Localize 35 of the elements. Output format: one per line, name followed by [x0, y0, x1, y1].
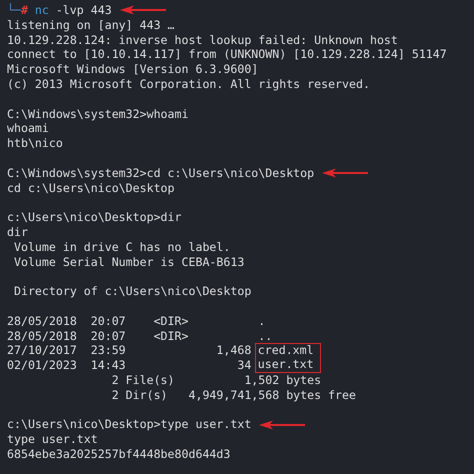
output-line: 2 File(s) 1,502 bytes [110, 372, 322, 388]
arrow-icon [259, 420, 306, 430]
file-entry-details: 28/05/2018 20:07 <DIR> [7, 314, 190, 329]
arrow-icon [120, 5, 166, 16]
arrow-icon [322, 168, 368, 178]
output-line: Microsoft Windows [Version 6.3.9600] [7, 62, 258, 77]
prompt-symbol: # [20, 3, 28, 18]
output-line: (c) 2013 Microsoft Corporation. All rights reserved. [7, 76, 370, 92]
command-line: C:\Windows\system32>whoami [7, 106, 188, 122]
file-entry-details: 28/05/2018 20:07 <DIR> [7, 328, 190, 344]
file-name: user.txt [255, 358, 322, 373]
output-line: Volume in drive C has no label. [12, 240, 230, 255]
file-entry-details: 27/10/2017 23:59 1,468 [7, 343, 252, 358]
command-line: c:\Users\nico\Desktop>dir [7, 210, 182, 225]
command-name: nc [34, 3, 49, 18]
output-line: dir [7, 224, 28, 240]
output-line: connect to [10.10.14.117] from (UNKNOWN) [10.129.228.124] 51147 [7, 47, 447, 62]
output-line: type user.txt [7, 432, 98, 447]
output-line: 10.129.228.124: inverse host lookup failed: Unknown host [7, 32, 398, 48]
file-entry-details: 02/01/2023 14:43 34 [7, 358, 252, 373]
file-name: . [258, 314, 266, 329]
output-line: htb\nico [7, 136, 63, 151]
output-line: cd c:\Users\nico\Desktop [7, 180, 175, 196]
command-line: c:\Users\nico\Desktop>type user.txt [7, 417, 252, 432]
output-line: Volume Serial Number is CEBA-B613 [12, 254, 244, 270]
output-line: 2 Dir(s) 4,949,741,568 bytes free [110, 388, 356, 403]
command-line: C:\Windows\system32>cd c:\Users\nico\Desktop [7, 166, 314, 181]
output-line: whoami [7, 121, 49, 136]
file-name: cred.xml [255, 343, 322, 358]
output-line: listening on [any] 443 … [7, 18, 175, 33]
command-arguments: -lvp 443 [56, 3, 112, 18]
file-name: .. [258, 328, 274, 344]
prompt-corner: └─ [7, 3, 21, 18]
output-line: 6854ebe3a2025257bf4448be80d644d3 [7, 446, 230, 462]
output-line: Directory of c:\Users\nico\Desktop [12, 284, 252, 299]
